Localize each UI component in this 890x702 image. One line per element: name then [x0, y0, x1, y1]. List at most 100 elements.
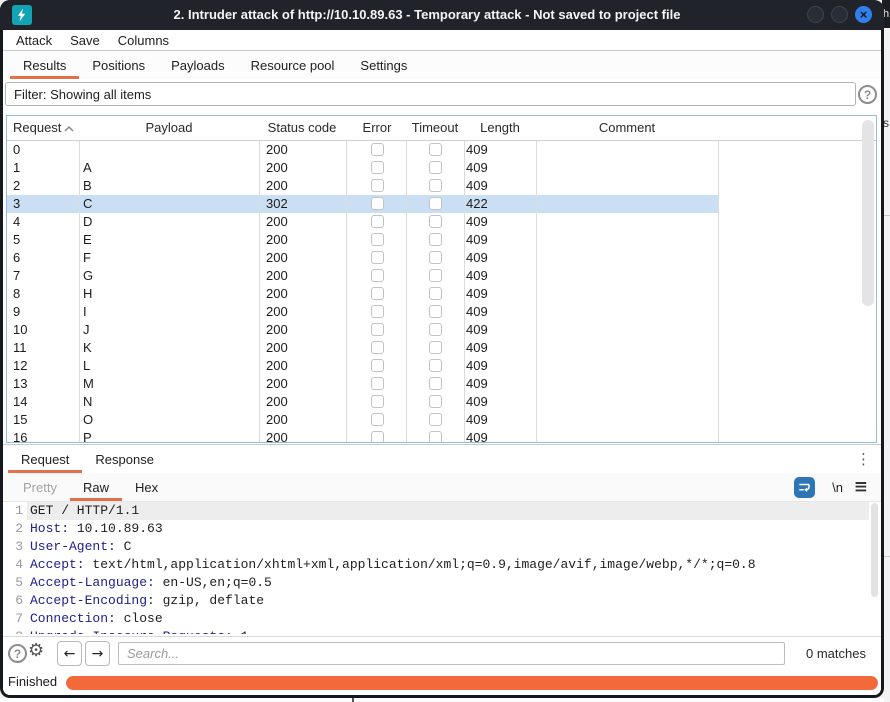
editor-scrollbar-thumb[interactable] — [871, 503, 878, 597]
timeout-checkbox[interactable] — [429, 323, 442, 336]
timeout-checkbox[interactable] — [429, 287, 442, 300]
column-header-status-code[interactable]: Status code — [268, 120, 337, 135]
error-checkbox[interactable] — [371, 359, 384, 372]
titlebar[interactable]: 2. Intruder attack of http://10.10.89.63… — [0, 0, 884, 30]
next-match-button[interactable]: → — [85, 641, 110, 666]
error-checkbox[interactable] — [371, 287, 384, 300]
error-checkbox[interactable] — [371, 395, 384, 408]
word-wrap-toggle-button[interactable] — [794, 477, 815, 498]
kebab-menu-icon[interactable]: ⋮ — [856, 450, 871, 468]
error-checkbox[interactable] — [371, 431, 384, 443]
table-row[interactable]: 3C302422 — [7, 195, 876, 213]
timeout-checkbox[interactable] — [429, 143, 442, 156]
tab-positions[interactable]: Positions — [79, 52, 158, 79]
tab-resource-pool[interactable]: Resource pool — [238, 52, 348, 79]
table-row[interactable]: 11K200409 — [7, 339, 876, 357]
table-row[interactable]: 0200409 — [7, 141, 876, 159]
error-checkbox[interactable] — [371, 305, 384, 318]
column-divider[interactable] — [718, 116, 719, 442]
error-checkbox[interactable] — [371, 233, 384, 246]
timeout-checkbox[interactable] — [429, 197, 442, 210]
editor-line[interactable]: 2Host: 10.10.89.63 — [3, 520, 881, 538]
table-row[interactable]: 1A200409 — [7, 159, 876, 177]
error-checkbox[interactable] — [371, 143, 384, 156]
timeout-checkbox[interactable] — [429, 341, 442, 354]
column-header-comment[interactable]: Comment — [599, 120, 655, 135]
table-row[interactable]: 16P200409 — [7, 429, 876, 443]
timeout-checkbox[interactable] — [429, 413, 442, 426]
table-row[interactable]: 9I200409 — [7, 303, 876, 321]
editor-line[interactable]: 3User-Agent: C — [3, 538, 881, 556]
raw-request-editor[interactable]: 1GET / HTTP/1.12Host: 10.10.89.633User-A… — [3, 502, 881, 634]
error-checkbox[interactable] — [371, 377, 384, 390]
error-checkbox[interactable] — [371, 269, 384, 282]
error-checkbox[interactable] — [371, 197, 384, 210]
timeout-checkbox[interactable] — [429, 161, 442, 174]
error-checkbox[interactable] — [371, 323, 384, 336]
tab-settings[interactable]: Settings — [347, 52, 420, 79]
table-row[interactable]: 4D200409 — [7, 213, 876, 231]
error-checkbox[interactable] — [371, 161, 384, 174]
column-header-request[interactable]: Request — [13, 120, 61, 135]
minimize-button[interactable] — [807, 6, 824, 23]
table-row[interactable]: 6F200409 — [7, 249, 876, 267]
table-scrollbar-thumb[interactable] — [862, 120, 874, 306]
table-row[interactable]: 8H200409 — [7, 285, 876, 303]
tab-payloads[interactable]: Payloads — [158, 52, 237, 79]
table-row[interactable]: 13M200409 — [7, 375, 876, 393]
editor-line[interactable]: 5Accept-Language: en-US,en;q=0.5 — [3, 574, 881, 592]
timeout-checkbox[interactable] — [429, 233, 442, 246]
tab-hex[interactable]: Hex — [122, 473, 171, 501]
timeout-checkbox[interactable] — [429, 359, 442, 372]
column-header-payload[interactable]: Payload — [146, 120, 193, 135]
filter-bar[interactable]: Filter: Showing all items — [5, 82, 856, 106]
column-divider[interactable] — [259, 116, 260, 442]
timeout-checkbox[interactable] — [429, 377, 442, 390]
newline-toggle-button[interactable]: \n — [832, 480, 843, 495]
tab-request[interactable]: Request — [8, 446, 82, 473]
maximize-button[interactable] — [831, 6, 848, 23]
error-checkbox[interactable] — [371, 215, 384, 228]
error-checkbox[interactable] — [371, 413, 384, 426]
tab-response[interactable]: Response — [82, 446, 167, 473]
error-checkbox[interactable] — [371, 251, 384, 264]
editor-line[interactable]: 1GET / HTTP/1.1 — [3, 502, 881, 520]
editor-line[interactable]: 8Upgrade-Insecure-Requests: 1 — [3, 628, 881, 634]
table-row[interactable]: 12L200409 — [7, 357, 876, 375]
editor-line[interactable]: 6Accept-Encoding: gzip, deflate — [3, 592, 881, 610]
tab-results[interactable]: Results — [10, 52, 79, 79]
table-row[interactable]: 2B200409 — [7, 177, 876, 195]
timeout-checkbox[interactable] — [429, 305, 442, 318]
panel-divider[interactable] — [3, 444, 881, 445]
tab-raw[interactable]: Raw — [70, 473, 122, 501]
column-divider[interactable] — [79, 116, 80, 442]
table-row[interactable]: 5E200409 — [7, 231, 876, 249]
table-row[interactable]: 15O200409 — [7, 411, 876, 429]
error-checkbox[interactable] — [371, 179, 384, 192]
search-settings-gear-icon[interactable]: ⚙ — [28, 640, 44, 661]
menu-save[interactable]: Save — [70, 33, 100, 48]
column-divider[interactable] — [464, 116, 465, 442]
column-header-error[interactable]: Error — [363, 120, 392, 135]
table-row[interactable]: 14N200409 — [7, 393, 876, 411]
timeout-checkbox[interactable] — [429, 269, 442, 282]
menu-columns[interactable]: Columns — [118, 33, 169, 48]
menu-attack[interactable]: Attack — [16, 33, 52, 48]
column-header-length[interactable]: Length — [480, 120, 520, 135]
close-button[interactable]: × — [855, 6, 872, 23]
editor-line[interactable]: 4Accept: text/html,application/xhtml+xml… — [3, 556, 881, 574]
search-input[interactable] — [118, 642, 785, 665]
column-divider[interactable] — [406, 116, 407, 442]
timeout-checkbox[interactable] — [429, 431, 442, 443]
help-icon[interactable]: ? — [858, 85, 877, 104]
previous-match-button[interactable]: ← — [57, 641, 82, 666]
hamburger-menu-icon[interactable]: ≡ — [854, 477, 868, 497]
error-checkbox[interactable] — [371, 341, 384, 354]
tab-pretty[interactable]: Pretty — [10, 473, 70, 501]
column-divider[interactable] — [346, 116, 347, 442]
timeout-checkbox[interactable] — [429, 251, 442, 264]
timeout-checkbox[interactable] — [429, 179, 442, 192]
column-header-timeout[interactable]: Timeout — [412, 120, 458, 135]
search-help-icon[interactable]: ? — [8, 644, 27, 663]
timeout-checkbox[interactable] — [429, 395, 442, 408]
